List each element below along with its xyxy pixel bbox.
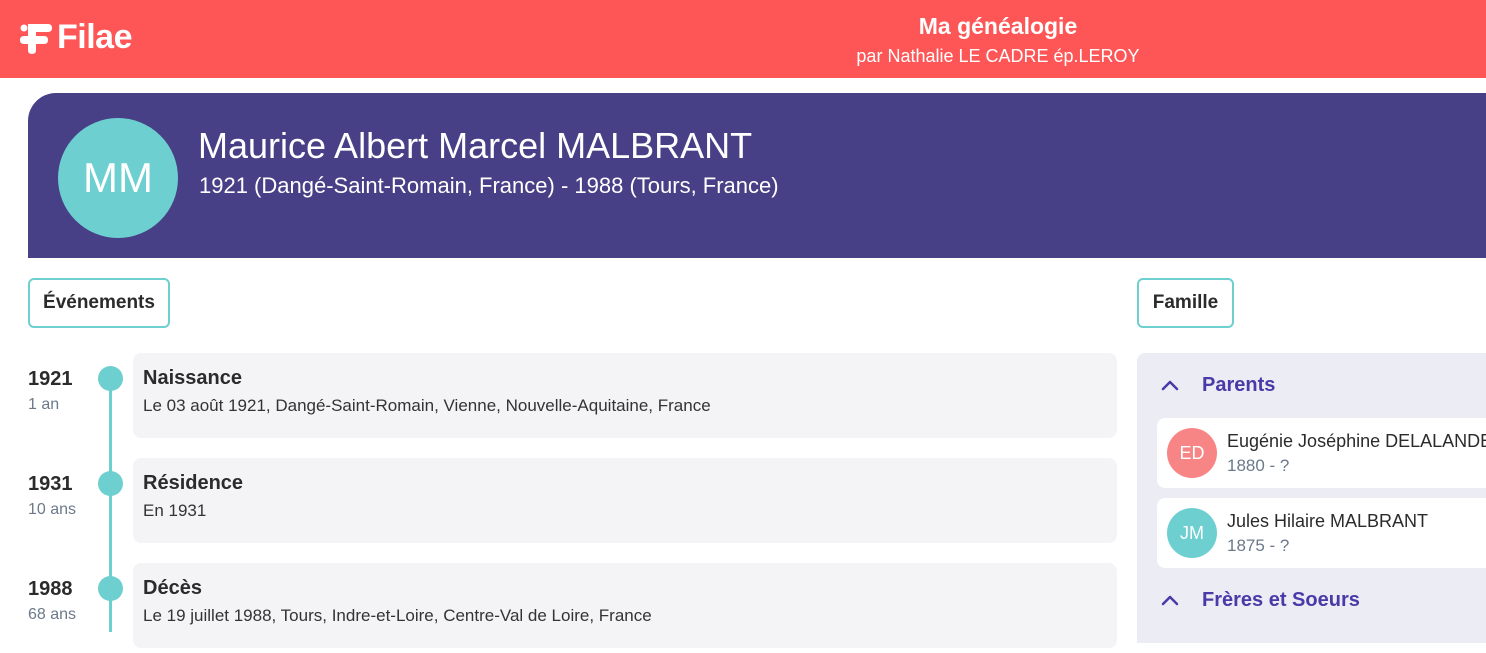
event-card[interactable]: Naissance Le 03 août 1921, Dangé-Saint-R… — [133, 353, 1117, 438]
parents-label: Parents — [1202, 374, 1276, 396]
parent-card-mother[interactable]: ED Eugénie Joséphine DELALANDE 1880 - ? — [1157, 418, 1486, 488]
top-bar: Filae Ma généalogie par Nathalie LE CADR… — [0, 0, 1486, 78]
event-age: 10 ans — [28, 501, 77, 518]
chevron-up-icon — [1161, 380, 1179, 391]
family-section-button[interactable]: Famille — [1137, 278, 1234, 328]
parents-toggle[interactable]: Parents — [1137, 365, 1486, 405]
person-header: MM Maurice Albert Marcel MALBRANT 1921 (… — [28, 93, 1486, 258]
timeline-event: 1988 68 ans Décès Le 19 juillet 1988, To… — [0, 563, 1120, 653]
avatar: ED — [1167, 428, 1217, 478]
avatar: JM — [1167, 508, 1217, 558]
parent-dates: 1875 - ? — [1227, 536, 1290, 555]
event-year: 1988 — [28, 578, 73, 600]
chevron-up-icon — [1161, 595, 1179, 606]
event-year: 1921 — [28, 368, 73, 390]
parent-name: Jules Hilaire MALBRANT — [1227, 511, 1429, 531]
event-description: Le 03 août 1921, Dangé-Saint-Romain, Vie… — [143, 396, 711, 415]
siblings-label: Frères et Soeurs — [1202, 589, 1360, 611]
parent-card-father[interactable]: JM Jules Hilaire MALBRANT 1875 - ? — [1157, 498, 1486, 568]
person-name: Maurice Albert Marcel MALBRANT — [198, 125, 753, 166]
timeline-event: 1931 10 ans Résidence En 1931 — [0, 458, 1120, 548]
timeline-dot — [98, 471, 123, 496]
siblings-toggle[interactable]: Frères et Soeurs — [1137, 580, 1486, 620]
timeline-event: 1921 1 an Naissance Le 03 août 1921, Dan… — [0, 353, 1120, 443]
event-title: Résidence — [143, 472, 244, 494]
event-card[interactable]: Résidence En 1931 — [133, 458, 1117, 543]
person-dates: 1921 (Dangé-Saint-Romain, France) - 1988… — [199, 173, 779, 198]
event-card[interactable]: Décès Le 19 juillet 1988, Tours, Indre-e… — [133, 563, 1117, 648]
person-avatar: MM — [58, 118, 178, 238]
events-section-button[interactable]: Événements — [28, 278, 170, 328]
event-title: Naissance — [143, 367, 242, 389]
parent-name: Eugénie Joséphine DELALANDE — [1227, 431, 1486, 451]
timeline-dot — [98, 576, 123, 601]
event-age: 68 ans — [28, 606, 77, 623]
timeline-dot — [98, 366, 123, 391]
event-description: Le 19 juillet 1988, Tours, Indre-et-Loir… — [143, 606, 652, 625]
event-description: En 1931 — [143, 501, 207, 520]
site-title: Ma généalogie — [918, 13, 1078, 39]
event-title: Décès — [143, 577, 202, 599]
family-panel: Parents ED Eugénie Joséphine DELALANDE 1… — [1137, 353, 1486, 643]
event-age: 1 an — [28, 396, 60, 413]
site-subtitle: par Nathalie LE CADRE ép.LEROY — [856, 46, 1140, 66]
site-title-block: Ma généalogie par Nathalie LE CADRE ép.L… — [0, 12, 1486, 67]
event-year: 1931 — [28, 473, 73, 495]
parent-dates: 1880 - ? — [1227, 456, 1290, 475]
